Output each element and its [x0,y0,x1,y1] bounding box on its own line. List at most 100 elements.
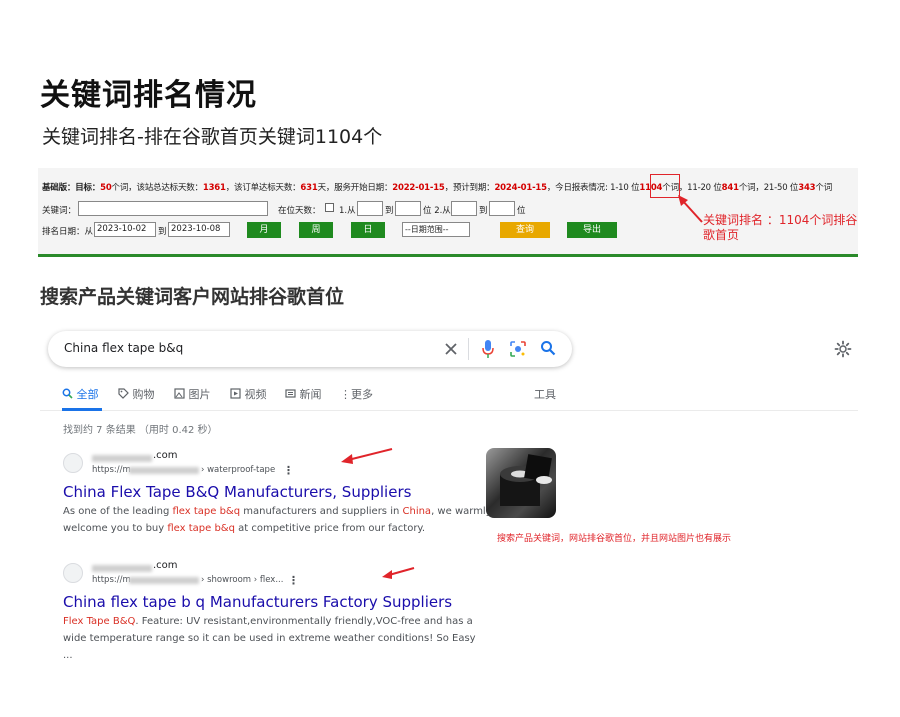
tape-roll-image [500,454,552,506]
tab-images[interactable]: 图片 [174,386,211,402]
month-button[interactable]: 月 [247,222,281,238]
range2-from-input[interactable] [451,201,477,216]
date-label: 排名日期：从 [42,227,94,237]
annotation-arrow-icon [341,448,393,464]
date-range-select[interactable]: --日期范围-- [402,222,470,237]
tab-news[interactable]: 新闻 [285,386,322,402]
export-button[interactable]: 导出 [567,222,617,238]
more-options-icon[interactable]: ⋮ [283,464,294,477]
stat-end-date: 2024-01-15 [494,183,547,193]
range2-label: 位 2.从 [423,206,451,216]
result-snippet: Flex Tape B&Q. Feature: UV resistant,env… [63,613,483,664]
range1-from-input[interactable] [357,201,383,216]
active-tab-indicator [62,408,102,411]
site-favicon-icon [63,453,83,473]
panel-divider [38,254,858,257]
date-to-input[interactable]: 2023-10-08 [168,222,230,237]
more-options-icon[interactable]: ⋮ [288,574,299,587]
result-snippet: As one of the leading flex tape b&q manu… [63,503,493,537]
query-button[interactable]: 查询 [500,222,550,238]
ranking-stats-line: 基础版：目标：50个词，该站总达标天数：1361，该订单达标天数：631天，服务… [42,181,832,193]
keyword-label: 关键词： [42,206,77,216]
page-title: 关键词排名情况 [40,78,257,113]
news-icon [285,389,296,398]
more-vert-icon: ⋮ [340,388,351,401]
tab-videos[interactable]: 视频 [230,386,267,402]
result-title-link[interactable]: China Flex Tape B&Q Manufacturers, Suppl… [63,483,411,501]
days-checkbox[interactable] [325,203,334,212]
site-name-redacted [92,455,152,462]
gear-icon[interactable] [834,340,852,358]
result-thumbnail[interactable] [486,448,556,518]
range1-to-input[interactable] [395,201,421,216]
stat-text: 个词 [815,183,832,193]
page-subtitle: 关键词排名-排在谷歌首页关键词1104个 [42,126,383,148]
lens-icon[interactable] [509,340,527,358]
stat-text: 个词，该站总达标天数： [111,183,204,193]
result-url-suffix: › waterproof-tape [201,465,276,475]
snippet-highlight: China [402,506,432,517]
video-icon [230,388,241,399]
site-name-redacted [92,565,152,572]
stat-order-days: 631 [300,183,318,193]
tab-news-label: 新闻 [299,388,322,401]
result-title-link[interactable]: China flex tape b q Manufacturers Factor… [63,593,452,611]
tab-shopping-label: 购物 [132,388,155,401]
tab-all-label: 全部 [76,388,99,401]
tab-shopping[interactable]: 购物 [118,386,155,402]
search-icon[interactable] [540,340,556,356]
stat-text: ，今日报表情况: 1-10 位 [546,183,640,193]
search-icon [62,388,73,399]
result-stats: 找到约 7 条结果 （用时 0.42 秒） [63,425,218,436]
range1-to-label: 到 [385,206,394,216]
annotation-keyword-ranking: 关键词排名 ：1104个词排谷歌首页 [703,213,858,242]
tab-more-label: 更多 [351,388,373,401]
snippet-highlight: flex tape b&q [167,523,235,534]
tab-videos-label: 视频 [244,388,267,401]
annotation-arrow-icon [382,567,415,579]
snippet-text: at competitive price from our factory. [234,523,426,534]
clear-icon[interactable] [444,342,458,356]
date-from-input[interactable]: 2023-10-02 [94,222,156,237]
result-url-suffix: › showroom › flex... [201,575,284,585]
microphone-icon[interactable] [481,339,495,359]
site-favicon-icon [63,563,83,583]
range2-to-input[interactable] [489,201,515,216]
result-url-prefix: https://m [92,465,131,475]
tab-images-label: 图片 [188,388,211,401]
stat-label: 基础版：目标： [42,183,101,193]
stat-top50: 343 [798,183,816,193]
image-icon [174,388,185,399]
stat-text: ，该订单达标天数： [225,183,301,193]
days-label: 在位天数： [278,206,321,216]
date-to-label: 到 [158,227,167,237]
range1-label: 1.从 [339,206,356,216]
section-title: 搜索产品关键词客户网站排谷歌首位 [40,286,345,308]
keyword-input[interactable] [78,201,268,216]
position-label: 位 [517,206,526,216]
stat-text: ，预计到期： [444,183,495,193]
tag-icon [118,388,129,399]
search-divider [468,338,469,360]
day-button[interactable]: 日 [351,222,385,238]
stat-target: 50 [100,183,112,193]
week-button[interactable]: 周 [299,222,333,238]
result-site-name: .com [153,450,178,461]
tab-all[interactable]: 全部 [62,386,99,402]
range2-to-label: 到 [479,206,488,216]
result-url-prefix: https://m [92,575,131,585]
stat-text: 天，服务开始日期： [317,183,393,193]
stat-total-days: 1361 [202,183,226,193]
stat-top20: 841 [721,183,739,193]
tools-button[interactable]: 工具 [534,386,556,402]
tabs-divider [40,410,858,411]
snippet-highlight: Flex Tape B&Q [63,616,136,627]
stat-text: 个词，21-50 位 [738,183,799,193]
tab-more[interactable]: ⋮更多 [340,386,373,402]
url-redacted [129,467,199,474]
url-redacted [129,577,199,584]
search-input[interactable]: China flex tape b&q [64,341,183,355]
date-range-select-label: --日期范围-- [405,225,449,234]
stat-start-date: 2022-01-15 [392,183,445,193]
annotation-serp: 搜索产品关键词，网站排谷歌首位，并且网站图片也有展示 [497,534,732,544]
